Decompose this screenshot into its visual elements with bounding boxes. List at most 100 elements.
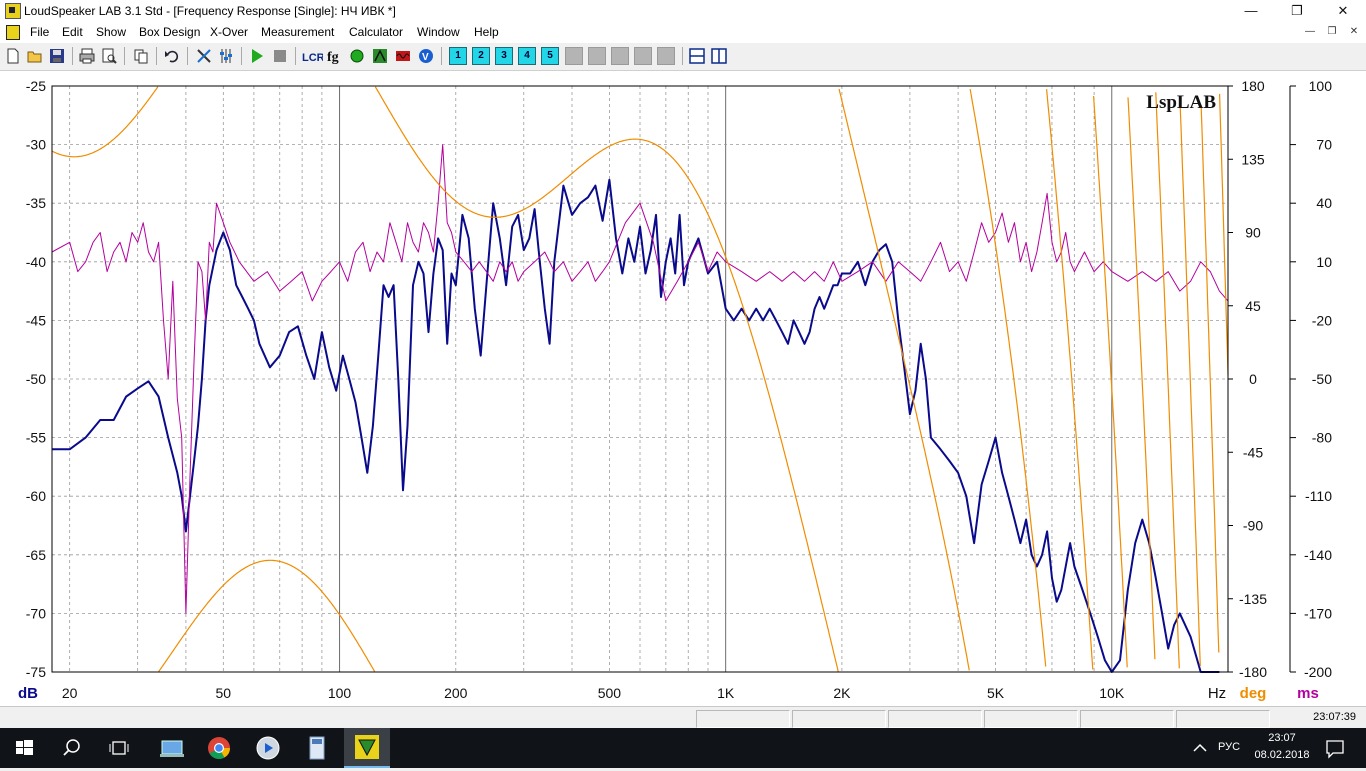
mdi-close-button[interactable]: ✕ (1344, 24, 1364, 40)
tree-tool-button[interactable] (371, 47, 389, 65)
circle-tool-button[interactable] (348, 47, 366, 65)
tray-clock-time[interactable]: 23:07 (1252, 732, 1312, 744)
channel-8-button[interactable] (611, 47, 629, 65)
tray-chevron-button[interactable] (1186, 734, 1214, 762)
frequency-response-chart[interactable]: -25 -30 -35 -40 -45 -50 -55 -60 -65 -70 -75 180 135 9… (0, 71, 1366, 706)
mixer-icon (220, 49, 232, 63)
db-axis-label: dB (18, 685, 38, 702)
chart-canvas[interactable]: -25 -30 -35 -40 -45 -50 -55 -60 -65 -70 -75 180 135 9… (0, 71, 1366, 706)
menu-calculator[interactable]: Calculator (349, 25, 403, 39)
toolbar-separator (241, 47, 242, 65)
save-button[interactable] (48, 47, 66, 65)
ms-tick-label: -110 (1305, 488, 1332, 504)
vertical-split-button[interactable] (710, 47, 728, 65)
ms-tick-label: -20 (1312, 312, 1332, 328)
deg-tick-label: 135 (1241, 151, 1265, 167)
ms-tick-label: -170 (1304, 605, 1332, 621)
channel-2-button[interactable]: 2 (472, 47, 490, 65)
channel-5-button[interactable]: 5 (541, 47, 559, 65)
new-file-button[interactable] (4, 47, 22, 65)
maximize-button[interactable]: ❐ (1274, 0, 1320, 22)
taskbar-media-app[interactable] (254, 734, 282, 762)
menu-window[interactable]: Window (417, 25, 460, 39)
wave-tool-button[interactable] (394, 47, 412, 65)
channel-7-button[interactable] (588, 47, 606, 65)
menu-file[interactable]: File (30, 25, 49, 39)
deg-tick-label: -135 (1239, 591, 1267, 607)
db-tick-label: -30 (26, 137, 46, 153)
new-file-icon (7, 48, 19, 64)
menu-show[interactable]: Show (96, 25, 126, 39)
status-pane-2 (792, 710, 886, 728)
folder-icon (27, 51, 42, 63)
channel-4-button[interactable]: 4 (518, 47, 536, 65)
title-bar: LoudSpeaker LAB 3.1 Std - [Frequency Res… (0, 0, 1366, 22)
computer-icon (160, 740, 184, 757)
menu-x-over[interactable]: X-Over (210, 25, 248, 39)
tree-icon (373, 49, 387, 63)
menu-measurement[interactable]: Measurement (261, 25, 334, 39)
horizontal-split-icon (689, 48, 705, 64)
toolbar: LCR fg V 1 2 3 4 5 (0, 43, 1366, 71)
search-button[interactable] (58, 734, 86, 762)
start-button[interactable] (10, 734, 38, 762)
status-pane-5 (1080, 710, 1174, 728)
db-tick-label: -55 (26, 430, 46, 446)
channel-6-button[interactable] (565, 47, 583, 65)
menu-box-design[interactable]: Box Design (139, 25, 200, 39)
tray-language[interactable]: РУС (1218, 741, 1240, 753)
tools-icon (197, 49, 211, 63)
task-view-button[interactable] (105, 734, 133, 762)
channel-3-button[interactable]: 3 (495, 47, 513, 65)
taskbar-chrome-app[interactable] (205, 734, 233, 762)
mdi-restore-button[interactable]: ❐ (1322, 24, 1342, 40)
tray-clock-date[interactable]: 08.02.2018 (1252, 749, 1312, 761)
taskbar-lsplab-app[interactable] (344, 728, 390, 768)
db-tick-label: -35 (26, 195, 46, 211)
menu-edit[interactable]: Edit (62, 25, 83, 39)
menu-help[interactable]: Help (474, 25, 499, 39)
print-preview-button[interactable] (100, 47, 118, 65)
deg-tick-label: 0 (1249, 371, 1257, 387)
stop-button[interactable] (271, 47, 289, 65)
db-tick-label: -40 (26, 254, 46, 270)
minimize-button[interactable]: — (1228, 0, 1274, 22)
x-tick-label: 5K (987, 685, 1005, 701)
channel-10-button[interactable] (657, 47, 675, 65)
v-tool-button[interactable]: V (417, 47, 435, 65)
channel-1-button[interactable]: 1 (449, 47, 467, 65)
fg-button[interactable]: fg (326, 47, 344, 65)
axis-labels: -25 -30 -35 -40 -45 -50 -55 -60 -65 -70 -75 180 135 9… (18, 78, 1332, 702)
taskbar-calculator-app[interactable] (303, 734, 331, 762)
taskbar-explorer-app[interactable] (158, 734, 186, 762)
print-button[interactable] (78, 47, 96, 65)
lcr-icon: LCR (302, 52, 325, 64)
fg-icon: fg (327, 50, 339, 65)
ms-tick-label: 70 (1316, 137, 1332, 153)
db-tick-label: -25 (26, 78, 46, 94)
db-tick-label: -50 (26, 371, 46, 387)
mdi-minimize-button[interactable]: — (1300, 24, 1320, 40)
status-bar: 23:07:39 (0, 706, 1366, 729)
lsplab-icon (355, 735, 379, 759)
close-button[interactable]: ✕ (1320, 0, 1366, 22)
tools-button[interactable] (195, 47, 213, 65)
magnitude-series (52, 178, 1220, 673)
undo-button[interactable] (163, 47, 181, 65)
x-tick-label: 2K (833, 685, 851, 701)
lcr-button[interactable]: LCR (301, 47, 325, 65)
horizontal-split-button[interactable] (688, 47, 706, 65)
status-pane-1 (696, 710, 790, 728)
copy-button[interactable] (132, 47, 150, 65)
channel-9-button[interactable] (634, 47, 652, 65)
notifications-button[interactable] (1321, 734, 1349, 762)
app-icon[interactable] (5, 3, 21, 19)
printer-icon (79, 48, 95, 64)
open-file-button[interactable] (26, 47, 44, 65)
ms-tick-label: -200 (1304, 664, 1332, 680)
x-tick-label: 200 (444, 685, 468, 701)
lcr-label: LCR (302, 52, 323, 64)
document-icon[interactable] (6, 25, 20, 40)
mixer-button[interactable] (217, 47, 235, 65)
play-button[interactable] (248, 47, 266, 65)
